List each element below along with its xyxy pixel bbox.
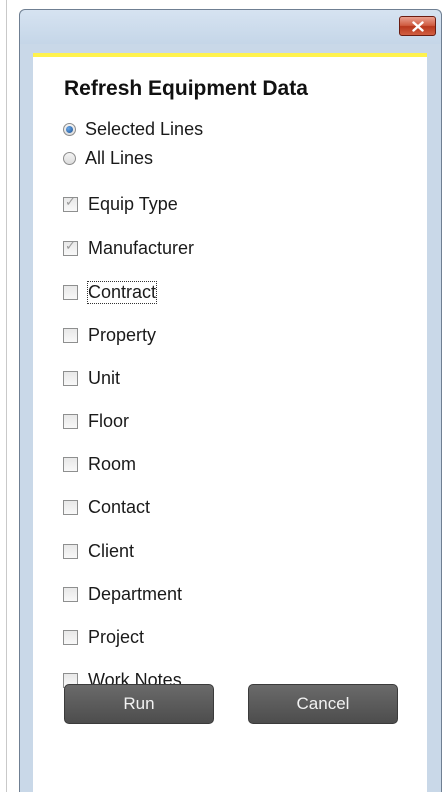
checkbox-icon[interactable] — [63, 195, 78, 212]
dialog-content: Refresh Equipment Data Selected Lines Al… — [33, 53, 427, 793]
checkbox-icon[interactable] — [63, 456, 78, 472]
radio-label: Selected Lines — [85, 118, 204, 139]
checkbox-project[interactable]: Project — [63, 627, 144, 647]
radio-all-lines[interactable]: All Lines — [63, 148, 153, 168]
checkbox-label: Contract — [86, 280, 158, 304]
checkbox-property[interactable]: Property — [63, 325, 156, 345]
radio-button-icon[interactable] — [63, 122, 76, 136]
checkbox-manufacturer[interactable]: Manufacturer — [63, 238, 194, 258]
radio-selected-lines[interactable]: Selected Lines — [63, 119, 203, 139]
checkbox-label: Contact — [88, 496, 151, 517]
checkbox-label: Floor — [88, 410, 130, 431]
radio-button-icon[interactable] — [63, 151, 76, 165]
checkbox-label: Room — [88, 453, 137, 474]
checkbox-icon[interactable] — [63, 413, 78, 429]
cancel-button[interactable]: Cancel — [248, 684, 398, 724]
checkbox-icon[interactable] — [63, 239, 78, 256]
close-x-icon — [412, 21, 424, 32]
run-button[interactable]: Run — [64, 684, 214, 724]
checkbox-icon[interactable] — [63, 327, 78, 343]
checkbox-label: Property — [88, 324, 157, 345]
checkbox-icon[interactable] — [63, 499, 78, 515]
checkbox-room[interactable]: Room — [63, 454, 136, 474]
checkbox-equip-type[interactable]: Equip Type — [63, 194, 178, 214]
checkbox-icon[interactable] — [63, 284, 78, 300]
checkbox-icon[interactable] — [63, 629, 78, 645]
checkbox-icon[interactable] — [63, 586, 78, 602]
checkbox-client[interactable]: Client — [63, 541, 134, 561]
background-edge-line — [6, 0, 7, 792]
checkbox-label: Department — [88, 583, 183, 604]
dialog-title: Refresh Equipment Data — [64, 77, 308, 100]
checkbox-floor[interactable]: Floor — [63, 411, 129, 431]
checkbox-unit[interactable]: Unit — [63, 368, 120, 388]
checkbox-label: Unit — [88, 367, 121, 388]
checkbox-label: Equip Type — [88, 193, 178, 214]
checkbox-icon[interactable] — [63, 543, 78, 559]
close-button[interactable] — [399, 16, 436, 36]
radio-label: All Lines — [85, 147, 154, 168]
checkbox-contract[interactable]: Contract — [63, 280, 158, 304]
checkbox-label: Project — [88, 626, 145, 647]
checkbox-icon[interactable] — [63, 370, 78, 386]
title-bar[interactable] — [20, 10, 441, 44]
checkbox-label: Client — [88, 540, 135, 561]
checkbox-label: Manufacturer — [88, 237, 195, 258]
dialog-window: Refresh Equipment Data Selected Lines Al… — [19, 9, 442, 793]
checkbox-department[interactable]: Department — [63, 584, 182, 604]
checkbox-contact[interactable]: Contact — [63, 497, 150, 517]
